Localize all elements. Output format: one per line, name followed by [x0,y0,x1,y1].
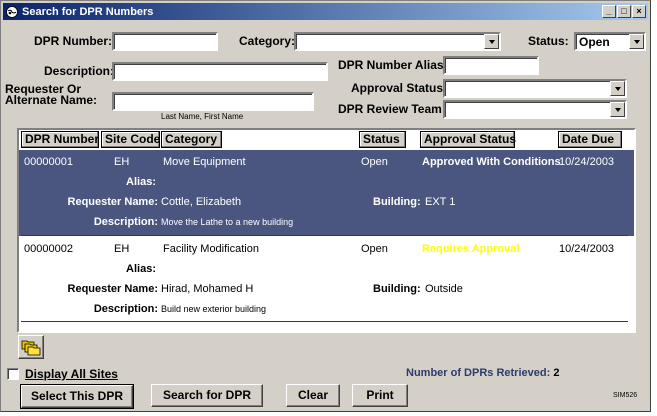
chevron-down-icon[interactable] [610,81,625,96]
status-label: Status: [528,34,569,48]
requester-name-value: Hirad, Mohamed H [161,283,254,295]
approval-status-select[interactable] [443,79,627,98]
alias-label: Alias: [126,176,156,188]
column-header-date-due[interactable]: Date Due [558,131,622,148]
column-header-site-code[interactable]: Site Code [101,131,160,148]
description-value: Move the Lathe to a new building [161,217,294,227]
retrieved-count: 2 [553,367,560,379]
alias-input[interactable] [443,56,539,75]
requester-label: Requester Or Alternate Name: [5,83,98,107]
alias-label: Alias: [126,263,156,275]
screen-code: SIM526 [613,392,638,399]
status-select[interactable]: Open [574,32,646,51]
folders-icon [21,340,41,356]
requester-name-label: Requester Name: [67,283,158,295]
site-code-cell: EH [114,243,130,255]
category-select[interactable] [294,32,501,51]
chevron-down-icon[interactable] [629,34,644,49]
alias-label: DPR Number Alias: [338,58,448,72]
description-label: Description: [93,303,158,315]
column-header-approval-status[interactable]: Approval Status [420,131,516,148]
app-globe-icon [6,5,18,18]
requester-name-value: Cottle, Elizabeth [161,196,242,208]
display-all-sites-checkbox[interactable] [7,368,19,380]
row-divider [21,235,628,236]
retrieved-label: Number of DPRs Retrieved: [406,367,551,379]
folders-button[interactable] [18,335,44,359]
requester-input[interactable] [112,92,314,111]
search-dpr-button[interactable]: Search for DPR [151,384,263,407]
display-all-sites-label: Display All Sites [25,367,118,381]
approval-status-cell: Requires Approval [422,243,520,255]
building-label: Building: [373,196,421,208]
category-cell: Move Equipment [163,156,246,168]
category-label: Category: [239,34,296,48]
display-all-sites-text: Display All Sites [25,367,118,381]
dpr-number-input[interactable] [112,32,218,51]
requester-hint: Last Name, First Name [161,112,244,121]
building-value: EXT 1 [425,196,456,208]
minimize-button[interactable]: _ [602,5,616,18]
maximize-button[interactable]: □ [617,5,631,18]
building-value: Outside [425,283,463,295]
close-button[interactable]: × [632,5,646,18]
title-bar: Search for DPR Numbers _ □ × [3,3,648,20]
clear-button[interactable]: Clear [286,384,340,407]
retrieved-count-label: Number of DPRs Retrieved: 2 [406,367,559,379]
results-grid: DPR Number Site Code Category Status App… [17,128,636,333]
description-label: Description: [93,216,158,228]
review-team-select[interactable] [443,100,627,119]
building-label: Building: [373,283,421,295]
description-value: Build new exterior building [161,304,267,314]
approval-status-label: Approval Status: [351,81,448,95]
review-team-label: DPR Review Team: [338,102,446,116]
table-row[interactable]: 00000001 EH Move Equipment Open Approved… [19,150,634,236]
status-cell: Open [361,243,388,255]
requester-label-line2: Alternate Name: [5,93,98,107]
column-header-status[interactable]: Status [359,131,406,148]
column-header-dpr-number[interactable]: DPR Number [21,131,99,148]
table-row[interactable]: 00000002 EH Facility Modification Open R… [19,238,634,324]
dpr-number-cell: 00000002 [24,243,73,255]
approval-status-cell: Approved With Conditions [422,156,561,168]
dpr-number-label: DPR Number: [34,34,113,48]
dpr-number-cell: 00000001 [24,156,73,168]
chevron-down-icon[interactable] [610,102,625,117]
description-label: Description: [44,64,115,78]
print-button[interactable]: Print [352,384,408,407]
site-code-cell: EH [114,156,130,168]
status-cell: Open [361,156,388,168]
status-value: Open [579,35,610,49]
window-title: Search for DPR Numbers [22,5,154,18]
date-due-cell: 10/24/2003 [559,243,615,255]
column-header-category[interactable]: Category [161,131,222,148]
row-divider [21,321,628,322]
category-cell: Facility Modification [163,243,259,255]
select-dpr-button[interactable]: Select This DPR [20,384,134,409]
date-due-cell: 10/24/2003 [559,156,615,168]
search-dpr-window: Search for DPR Numbers _ □ × DPR Number:… [0,0,651,412]
requester-name-label: Requester Name: [67,196,158,208]
chevron-down-icon[interactable] [484,34,499,49]
description-input[interactable] [112,62,328,81]
